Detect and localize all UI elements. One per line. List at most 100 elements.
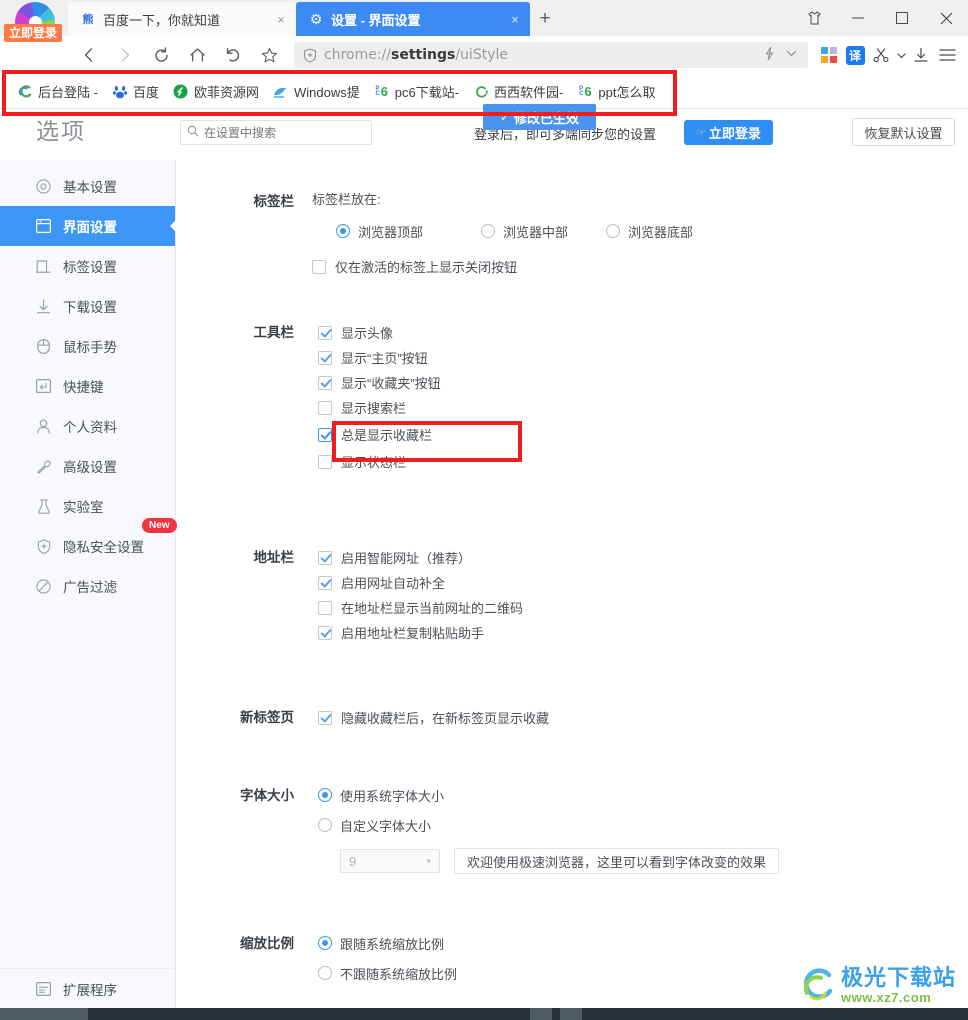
checkbox-show-status-bar[interactable]: 显示状态栏 xyxy=(318,449,968,474)
bookmark-item[interactable]: 后台登陆 - xyxy=(10,80,105,104)
scissors-dropdown-icon[interactable] xyxy=(894,40,908,70)
hand-pointer-icon: ☞ xyxy=(696,127,706,139)
tab-close-button[interactable]: × xyxy=(272,10,290,28)
new-tab-button[interactable]: + xyxy=(530,2,560,36)
extensions-icon xyxy=(35,980,52,997)
sidebar-item-label: 鼠标手势 xyxy=(63,340,117,355)
tab-close-button[interactable]: × xyxy=(506,10,524,28)
browser-tab-0[interactable]: 熊 百度一下，你就知道 × xyxy=(68,2,296,36)
checkbox-label: 启用地址栏复制粘贴助手 xyxy=(341,626,485,641)
sidebar-item-shortcuts[interactable]: 快捷键 xyxy=(0,366,175,406)
forward-icon[interactable] xyxy=(108,38,142,72)
bookmark-label: 欧菲资源网 xyxy=(193,85,259,100)
sidebar-item-privacy-security[interactable]: New 隐私安全设置 xyxy=(0,518,177,566)
address-bar[interactable]: chrome://settings/uiStyle xyxy=(294,42,808,68)
checkbox-indicator xyxy=(318,427,332,442)
radio-indicator xyxy=(318,788,332,802)
close-button[interactable] xyxy=(924,0,968,36)
bookmark-item[interactable]: 百度 xyxy=(105,80,166,104)
pc6-icon: PC6 xyxy=(579,84,592,99)
font-size-select[interactable]: 9 ▾ xyxy=(340,849,440,873)
checkbox-always-show-bookmarks-bar[interactable]: 总是显示收藏栏 xyxy=(318,420,968,449)
bookmark-item[interactable]: 欧菲资源网 xyxy=(166,80,266,104)
sidebar-item-label: 高级设置 xyxy=(63,460,117,475)
login-badge[interactable]: 立即登录 xyxy=(4,24,63,42)
sidebar-item-label: 界面设置 xyxy=(63,220,117,235)
radio-indicator xyxy=(318,966,332,980)
aurora-logo-icon xyxy=(799,966,837,1004)
sidebar-item-advanced-settings[interactable]: 高级设置 xyxy=(0,446,175,486)
radio-tabbar-top[interactable]: 浏览器顶部 xyxy=(336,219,481,243)
checkbox-show-avatar[interactable]: 显示头像 xyxy=(318,320,968,345)
bookmark-item[interactable]: 西西软件园- xyxy=(466,80,570,104)
checkbox-show-search-bar[interactable]: 显示搜索栏 xyxy=(318,395,968,420)
radio-custom-font-size[interactable]: 自定义字体大小 xyxy=(318,813,968,837)
tabbar-position-label: 标签栏放在: xyxy=(312,192,381,207)
scissors-icon[interactable] xyxy=(868,40,894,70)
bookmark-item[interactable]: PC6 ppt怎么取 xyxy=(570,80,662,104)
checkbox-label: 启用网址自动补全 xyxy=(341,576,446,591)
sidebar-item-extensions[interactable]: 扩展程序 xyxy=(0,968,176,1008)
microsoft-apps-icon[interactable] xyxy=(816,40,842,70)
menu-icon[interactable] xyxy=(934,40,960,70)
sidebar-item-profile[interactable]: 个人资料 xyxy=(0,406,175,446)
site-watermark: 极光下载站 www.xz7.com xyxy=(799,966,956,1004)
taskbar-segment xyxy=(560,1008,582,1020)
login-now-label: 立即登录 xyxy=(708,126,761,141)
download-icon[interactable] xyxy=(908,40,934,70)
minimize-button[interactable] xyxy=(836,0,880,36)
checkbox-indicator xyxy=(318,710,332,725)
sidebar-item-basic-settings[interactable]: 基本设置 xyxy=(0,166,175,206)
sidebar-item-ad-filter[interactable]: 广告过滤 xyxy=(0,566,175,606)
sidebar-item-interface-settings[interactable]: 界面设置 xyxy=(0,206,176,246)
radio-label: 不跟随系统缩放比例 xyxy=(340,966,458,982)
sidebar-item-mouse-gestures[interactable]: 鼠标手势 xyxy=(0,326,175,366)
radio-follow-system-zoom[interactable]: 跟随系统缩放比例 xyxy=(318,931,968,955)
shield-plus-icon xyxy=(35,538,52,555)
checkbox-show-close-on-active-tab[interactable]: 仅在激活的标签上显示关闭按钮 xyxy=(312,254,968,279)
checkbox-show-qrcode[interactable]: 在地址栏显示当前网址的二维码 xyxy=(318,595,968,620)
font-size-value: 9 xyxy=(349,853,357,869)
chevron-down-icon: ▾ xyxy=(426,855,431,866)
checkbox-smart-url[interactable]: 启用智能网址（推荐） xyxy=(318,545,968,570)
back-icon[interactable] xyxy=(72,38,106,72)
checkbox-copy-paste-helper[interactable]: 启用地址栏复制粘贴助手 xyxy=(318,620,968,645)
translate-icon[interactable]: 译 xyxy=(842,40,868,70)
bookmark-star-icon[interactable] xyxy=(252,38,286,72)
search-input-wrapper[interactable] xyxy=(180,120,372,145)
bookmark-label: 西西软件园- xyxy=(494,85,564,100)
browser-tab-1[interactable]: ⚙ 设置 - 界面设置 × xyxy=(296,2,530,36)
undo-icon[interactable] xyxy=(216,38,250,72)
section-fontsize: 字体大小 使用系统字体大小 自定义字体大小 9 ▾ 欢迎使用极速浏览器，这里可以… xyxy=(177,783,968,874)
wrench-icon xyxy=(35,458,52,475)
radio-indicator xyxy=(481,224,495,238)
checkbox-show-bookmarks-button[interactable]: 显示“收藏夹”按钮 xyxy=(318,370,968,395)
chevron-down-icon[interactable] xyxy=(780,47,802,63)
os-taskbar xyxy=(0,1008,968,1020)
radio-label: 跟随系统缩放比例 xyxy=(340,936,445,952)
bookmark-item[interactable]: PC6 pc6下载站- xyxy=(367,80,466,104)
sidebar-item-label: 个人资料 xyxy=(63,420,117,435)
radio-label: 浏览器顶部 xyxy=(358,224,424,240)
bookmark-label: pc6下载站- xyxy=(394,85,460,100)
search-input[interactable] xyxy=(204,125,365,140)
home-icon[interactable] xyxy=(180,38,214,72)
lightning-icon[interactable] xyxy=(758,46,780,64)
bookmark-item[interactable]: Windows提 xyxy=(266,80,367,104)
radio-indicator xyxy=(336,224,350,238)
reload-icon[interactable] xyxy=(144,38,178,72)
shirt-icon[interactable] xyxy=(792,0,836,36)
sidebar-item-tab-settings[interactable]: 标签设置 xyxy=(0,246,175,286)
login-now-button[interactable]: ☞ 立即登录 xyxy=(684,120,773,145)
radio-tabbar-middle[interactable]: 浏览器中部 xyxy=(481,219,606,243)
checkbox-url-autocomplete[interactable]: 启用网址自动补全 xyxy=(318,570,968,595)
maximize-button[interactable] xyxy=(880,0,924,36)
checkbox-show-home-button[interactable]: 显示“主页”按钮 xyxy=(318,345,968,370)
radio-system-font-size[interactable]: 使用系统字体大小 xyxy=(318,783,968,807)
restore-defaults-button[interactable]: 恢复默认设置 xyxy=(852,118,955,146)
checkbox-label: 显示搜索栏 xyxy=(341,401,407,416)
sidebar-item-download-settings[interactable]: 下载设置 xyxy=(0,286,175,326)
checkbox-label: 显示“收藏夹”按钮 xyxy=(341,376,441,391)
checkbox-show-bookmarks-on-newtab[interactable]: 隐藏收藏栏后，在新标签页显示收藏 xyxy=(318,705,968,730)
radio-tabbar-bottom[interactable]: 浏览器底部 xyxy=(606,219,693,243)
